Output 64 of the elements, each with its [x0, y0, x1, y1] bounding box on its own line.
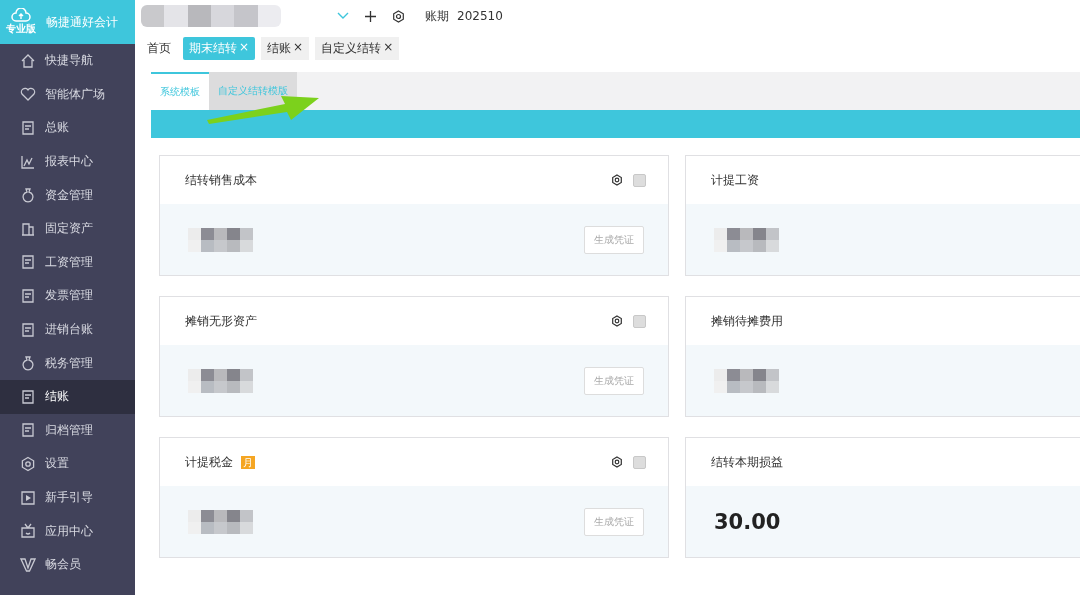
building-icon: [20, 220, 36, 237]
nav-item[interactable]: 结账: [0, 379, 135, 414]
edition-label: 专业版: [6, 22, 36, 36]
document-icon: [20, 388, 36, 405]
nav-item[interactable]: 发票管理: [0, 279, 135, 313]
document-icon: [20, 120, 36, 136]
chart-icon: [20, 153, 36, 170]
card-title: 结转本期损益: [711, 453, 783, 471]
card-title: 计提税金: [185, 453, 233, 471]
redacted-value: [188, 509, 253, 534]
settings-icon: [392, 9, 405, 23]
heart-icon: [20, 86, 36, 103]
period-value: 202510: [457, 9, 503, 23]
nav-item[interactable]: 新手引导: [0, 480, 135, 515]
card-title: 摊销待摊费用: [711, 312, 783, 330]
v-icon: [20, 556, 36, 573]
checkbox[interactable]: [633, 173, 646, 187]
nav-item[interactable]: 快捷导航: [0, 44, 135, 78]
tv-icon: [20, 523, 36, 540]
page-tab[interactable]: 首页: [141, 36, 177, 60]
checkbox[interactable]: [633, 314, 646, 328]
home-icon: [20, 52, 36, 69]
period-label: 账期: [425, 7, 449, 25]
nav-item[interactable]: 资金管理: [0, 178, 135, 212]
nav-item[interactable]: 智能体广场: [0, 77, 135, 112]
redacted-value: [714, 368, 779, 393]
document-icon: [20, 422, 36, 439]
page-tab[interactable]: 自定义结转 ×: [315, 36, 400, 60]
product-name: 畅捷通好会计: [46, 13, 118, 31]
card-title: 计提工资: [711, 171, 759, 189]
settings-icon: [611, 456, 623, 468]
document-icon: [20, 254, 36, 271]
cloud-icon: [11, 8, 31, 22]
nav-item[interactable]: 总账: [0, 111, 135, 145]
play-icon: [20, 489, 36, 506]
card-title: 结转销售成本: [185, 171, 257, 189]
nav-item[interactable]: 应用中心: [0, 514, 135, 548]
document-icon: [20, 321, 36, 338]
money-bag-icon: [20, 187, 36, 204]
settings-icon: [611, 174, 623, 186]
nav-item[interactable]: 固定资产: [0, 211, 135, 246]
money-bag-icon: [20, 355, 36, 372]
nav-item[interactable]: 进销台账: [0, 312, 135, 347]
checkbox[interactable]: [633, 455, 646, 469]
month-badge: 月: [241, 455, 255, 469]
redacted-value: [714, 227, 779, 252]
nav-item[interactable]: 税务管理: [0, 346, 135, 380]
close-icon[interactable]: ×: [293, 39, 304, 57]
chevron-down-icon: [337, 12, 349, 20]
close-icon[interactable]: ×: [383, 39, 394, 57]
card-title: 摊销无形资产: [185, 312, 257, 330]
document-icon: [20, 287, 36, 304]
settings-icon: [611, 315, 623, 327]
redacted-value: [188, 368, 253, 393]
page-tab[interactable]: 结账 ×: [261, 36, 310, 60]
nav-item[interactable]: 工资管理: [0, 245, 135, 280]
settings-icon: [20, 455, 36, 472]
nav-item[interactable]: 归档管理: [0, 413, 135, 448]
nav-item[interactable]: 畅会员: [0, 547, 135, 582]
plus-icon: [365, 10, 376, 22]
nav-item[interactable]: 设置: [0, 447, 135, 481]
redacted-value: [188, 227, 253, 252]
nav-item[interactable]: 报表中心: [0, 144, 135, 179]
amount-value: 30.00: [714, 509, 781, 534]
